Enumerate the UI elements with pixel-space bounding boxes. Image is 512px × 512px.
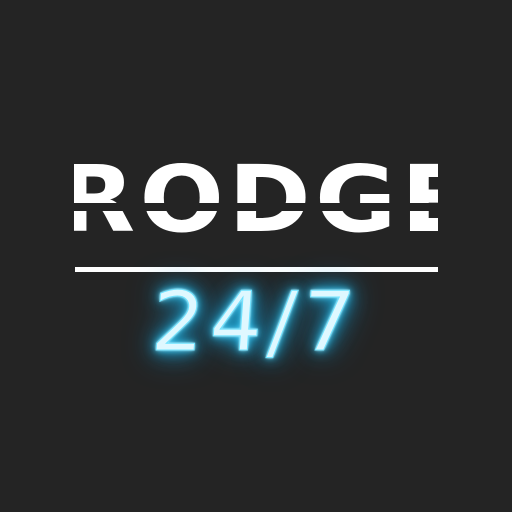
neon-tagline-text: 24/7: [148, 275, 364, 371]
brand-name-text: RODGE: [58, 146, 474, 253]
logo: RODGE 24/7: [0, 0, 512, 512]
divider-line: [75, 267, 438, 272]
neon-tagline: 24/7: [74, 275, 438, 371]
brand-name: RODGE: [59, 150, 469, 250]
